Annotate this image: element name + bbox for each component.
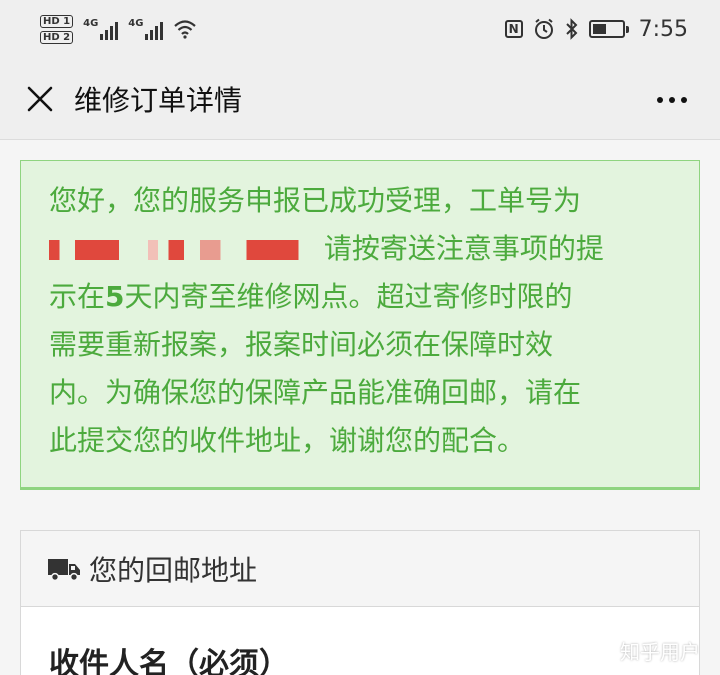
card-header: 您的回邮地址 [21,531,699,607]
status-left: HD 1 HD 2 4G 4G [40,14,197,44]
close-button[interactable] [0,58,80,140]
bluetooth-icon [565,18,578,40]
return-address-card: 您的回邮地址 收件人名（必须） [20,530,700,675]
recipient-name-label: 收件人名（必须） [49,647,289,675]
signal-bars-icon [100,22,119,40]
network-type-1: 4G [83,18,99,29]
redacted-order-number [49,240,309,260]
service-notice: 您好，您的服务申报已成功受理，工单号为 请按寄送注意事项的提 示在5天内寄至维修… [20,160,700,490]
signal-1: 4G [83,18,119,40]
notice-line: 内。为确保您的保障产品能准确回邮，请在 [49,376,582,409]
alarm-icon [534,18,553,39]
nfc-icon: N [504,20,523,38]
notice-line-order: 请按寄送注意事项的提 [49,225,679,273]
notice-line: 此提交您的收件地址，谢谢您的配合。 [49,424,526,457]
status-right: N 7:55 [504,16,688,42]
hd-indicators: HD 1 HD 2 [40,14,74,44]
notice-line: 示在5天内寄至维修网点。超过寄修时限的 [49,280,573,313]
status-bar: HD 1 HD 2 4G 4G N 7:55 [0,0,720,58]
close-icon [27,86,53,111]
more-menu-button[interactable] [652,80,692,120]
wifi-icon [174,20,197,39]
clock-time: 7:55 [638,16,688,42]
more-dots-icon [657,97,663,103]
truck-icon [48,558,80,581]
days-count: 5 [105,280,125,313]
notice-line: 需要重新报案，报案时间必须在保障时效 [49,328,554,361]
network-type-2: 4G [128,18,144,29]
hd2-badge: HD 2 [40,30,74,44]
hd1-badge: HD 1 [40,14,74,28]
signal-2: 4G [128,18,164,40]
notice-line: 您好，您的服务申报已成功受理，工单号为 [49,184,582,217]
signal-bars-icon [145,22,164,40]
battery-icon [588,20,629,38]
card-heading: 您的回邮地址 [89,553,258,587]
page-title: 维修订单详情 [74,83,243,117]
notice-line: 请按寄送注意事项的提 [323,232,604,265]
watermark: 知乎用户 [620,640,700,664]
nav-header: 维修订单详情 [0,58,720,140]
